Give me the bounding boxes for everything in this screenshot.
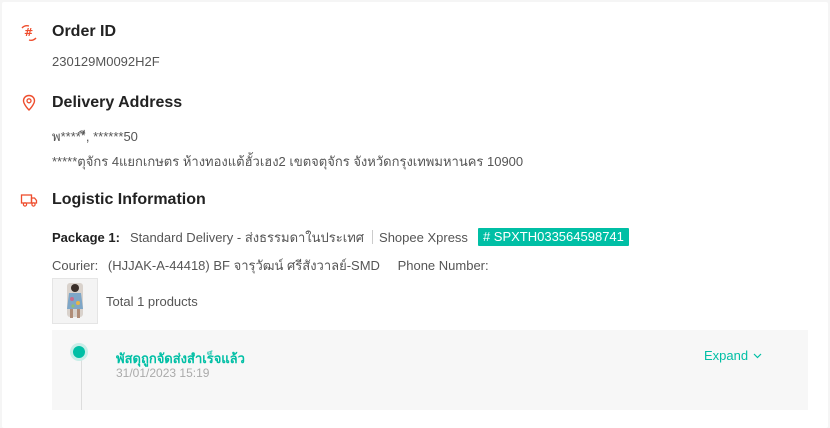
phone-label: Phone Number: xyxy=(397,258,489,273)
total-products: Total 1 products xyxy=(106,294,198,309)
delivery-recipient: พ*****ี, ******50 xyxy=(52,129,138,144)
package-label: Package 1: xyxy=(52,229,120,245)
tracking-number-badge[interactable]: # SPXTH033564598741 xyxy=(477,228,629,246)
shipping-service: Standard Delivery - ส่งธรรมดาในประเทศ xyxy=(129,229,365,245)
logistic-heading: Logistic Information xyxy=(52,191,206,208)
carrier-name: Shopee Xpress xyxy=(379,229,468,245)
order-id-icon: # xyxy=(20,24,38,42)
truck-icon xyxy=(20,191,38,209)
timeline-line xyxy=(81,352,82,410)
delivery-address-heading: Delivery Address xyxy=(52,94,183,111)
expand-button[interactable]: Expand xyxy=(704,348,762,363)
courier-row: Courier: (HJJAK-A-44418) BF จารุวัฒน์ ศร… xyxy=(52,255,495,276)
courier-value: (HJJAK-A-44418) BF จารุวัฒน์ ศรีสังวาลย์… xyxy=(107,258,380,273)
delivery-address-line: *****ตุจักร 4แยกเกษตร ห้างทองแต้ฮั้วเฮง2… xyxy=(52,154,524,169)
location-pin-icon xyxy=(20,94,38,112)
order-detail-card: # Order ID 230129M0092H2F Delivery Addre… xyxy=(2,2,828,428)
chevron-down-icon xyxy=(753,353,762,358)
expand-label: Expand xyxy=(704,348,749,363)
courier-label: Courier: xyxy=(52,258,99,273)
timeline-dot xyxy=(73,346,85,358)
tracking-timeline: พัสดุถูกจัดส่งสำเร็จแล้ว 31/01/2023 15:1… xyxy=(52,330,808,410)
order-id-heading: Order ID xyxy=(52,23,117,40)
product-thumbnail[interactable] xyxy=(52,278,98,324)
timeline-time: 31/01/2023 15:19 xyxy=(116,366,210,380)
divider xyxy=(372,230,374,244)
svg-text:#: # xyxy=(24,26,33,39)
package-row: Package 1: Standard Delivery - ส่งธรรมดา… xyxy=(52,228,629,246)
order-id-value: 230129M0092H2F xyxy=(52,54,160,69)
